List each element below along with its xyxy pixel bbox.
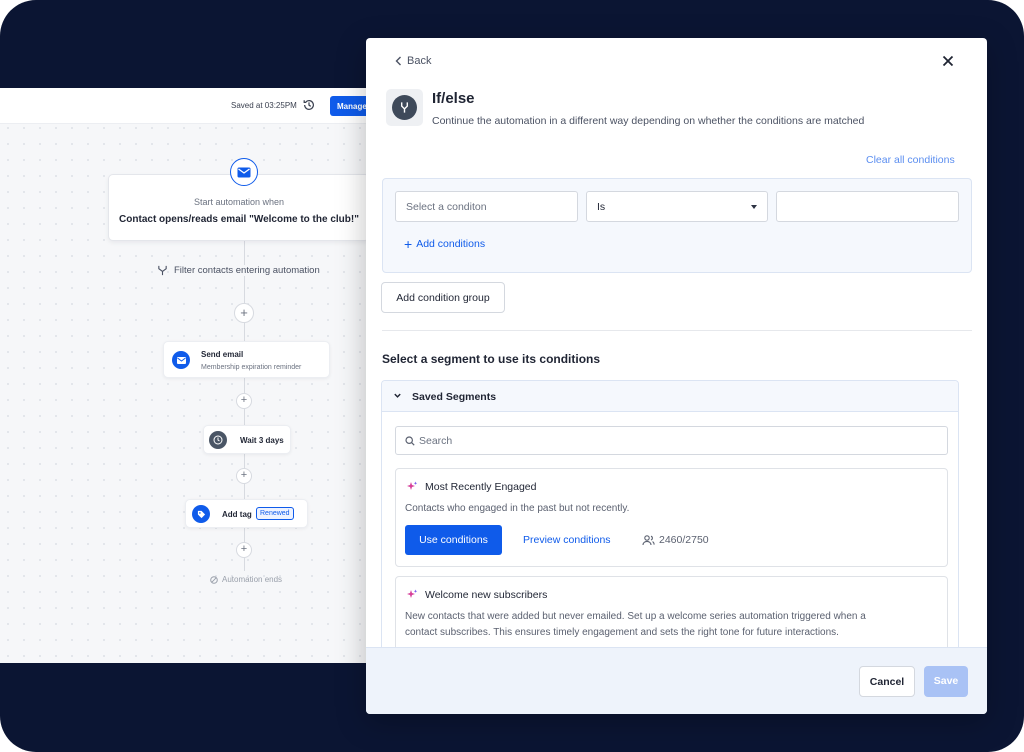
tag-badge: Renewed: [256, 507, 294, 520]
send-email-node[interactable]: Send email Membership expiration reminde…: [163, 341, 330, 378]
end-icon: [210, 575, 218, 584]
sparkle-icon: [407, 481, 418, 490]
segment-description: Contacts who engaged in the past but not…: [405, 503, 630, 514]
segment-description-line: New contacts that were added but never e…: [405, 611, 866, 622]
filter-contacts[interactable]: Filter contacts entering automation: [157, 265, 320, 276]
segment-heading: Select a segment to use its conditions: [382, 352, 601, 366]
modal-title: If/else: [432, 90, 475, 107]
back-label: Back: [407, 55, 432, 67]
add-step-button[interactable]: +: [236, 393, 252, 409]
add-step-button[interactable]: +: [236, 542, 252, 558]
add-tag-node[interactable]: Add tag Renewed: [185, 499, 308, 528]
users-icon: [642, 534, 655, 545]
sparkle-icon: [407, 589, 418, 598]
app-frame: Saved at 03:25PM Manage Start automation…: [0, 0, 1024, 752]
segment-description: New contacts that were added but never e…: [405, 609, 940, 641]
back-button[interactable]: Back: [395, 55, 431, 67]
chevron-down-icon: [751, 205, 757, 209]
chevron-down-icon: [394, 393, 401, 398]
add-step-button[interactable]: +: [234, 303, 254, 323]
modal-description: Continue the automation in a different w…: [432, 115, 865, 127]
trigger-label: Start automation when: [193, 197, 285, 207]
trigger-text: Contact opens/reads email "Welcome to th…: [119, 214, 359, 225]
email-icon: [230, 158, 258, 186]
add-conditions-label: Add conditions: [416, 238, 486, 250]
filter-label: Filter contacts entering automation: [174, 265, 320, 276]
history-icon[interactable]: [302, 98, 316, 112]
plus-icon: +: [404, 236, 413, 252]
preview-conditions-link[interactable]: Preview conditions: [523, 534, 611, 546]
condition-field-select[interactable]: Select a conditon: [395, 191, 578, 222]
clock-icon: [209, 431, 227, 449]
segment-name: Welcome new subscribers: [425, 589, 548, 601]
condition-operator-select[interactable]: Is: [586, 191, 768, 222]
automation-canvas: Saved at 03:25PM Manage Start automation…: [0, 88, 380, 663]
tag-icon: [192, 505, 210, 523]
operator-value: Is: [597, 201, 606, 213]
saved-segments-toggle[interactable]: Saved Segments: [382, 381, 958, 412]
ifelse-modal: Back If/else Continue the automation in …: [366, 38, 987, 714]
email-icon: [172, 351, 190, 369]
builder-topbar: Saved at 03:25PM Manage: [0, 88, 380, 124]
chevron-left-icon: [395, 56, 401, 66]
segment-card: Most Recently Engaged Contacts who engag…: [395, 468, 948, 567]
clear-all-conditions-link[interactable]: Clear all conditions: [866, 154, 955, 166]
segment-name: Most Recently Engaged: [425, 481, 537, 493]
automation-end: Automation ends: [210, 575, 282, 584]
segment-description-line: contact subscribes. This ensures timely …: [405, 627, 839, 638]
search-placeholder: Search: [419, 435, 453, 447]
condition-group: Select a conditon Is + Add conditions: [382, 178, 972, 273]
wait-node[interactable]: Wait 3 days: [203, 425, 291, 454]
segment-count: 2460/2750: [642, 534, 709, 546]
saved-status: Saved at 03:25PM: [231, 101, 297, 110]
condition-value-input[interactable]: [776, 191, 959, 222]
node-title: Add tag: [222, 510, 252, 519]
end-label: Automation ends: [222, 575, 283, 584]
node-subtitle: Membership expiration reminder: [201, 364, 302, 371]
add-condition-group-button[interactable]: Add condition group: [381, 282, 505, 313]
save-button[interactable]: Save: [924, 666, 968, 697]
use-conditions-button[interactable]: Use conditions: [405, 525, 502, 555]
cancel-button[interactable]: Cancel: [859, 666, 915, 697]
search-icon: [405, 436, 415, 446]
node-title: Wait 3 days: [240, 436, 284, 445]
node-title: Send email: [201, 350, 244, 359]
add-conditions-button[interactable]: + Add conditions: [404, 236, 486, 252]
filter-icon: [158, 265, 167, 276]
segment-count-value: 2460/2750: [659, 534, 709, 546]
divider: [382, 330, 972, 331]
modal-footer: Cancel Save: [366, 647, 987, 714]
saved-segments-panel: Saved Segments Search Most Recently Enga…: [381, 380, 959, 680]
saved-segments-label: Saved Segments: [412, 391, 497, 403]
add-step-button[interactable]: +: [236, 468, 252, 484]
close-icon[interactable]: [940, 53, 956, 69]
branch-icon: [386, 89, 423, 126]
segment-search-input[interactable]: Search: [395, 426, 948, 455]
